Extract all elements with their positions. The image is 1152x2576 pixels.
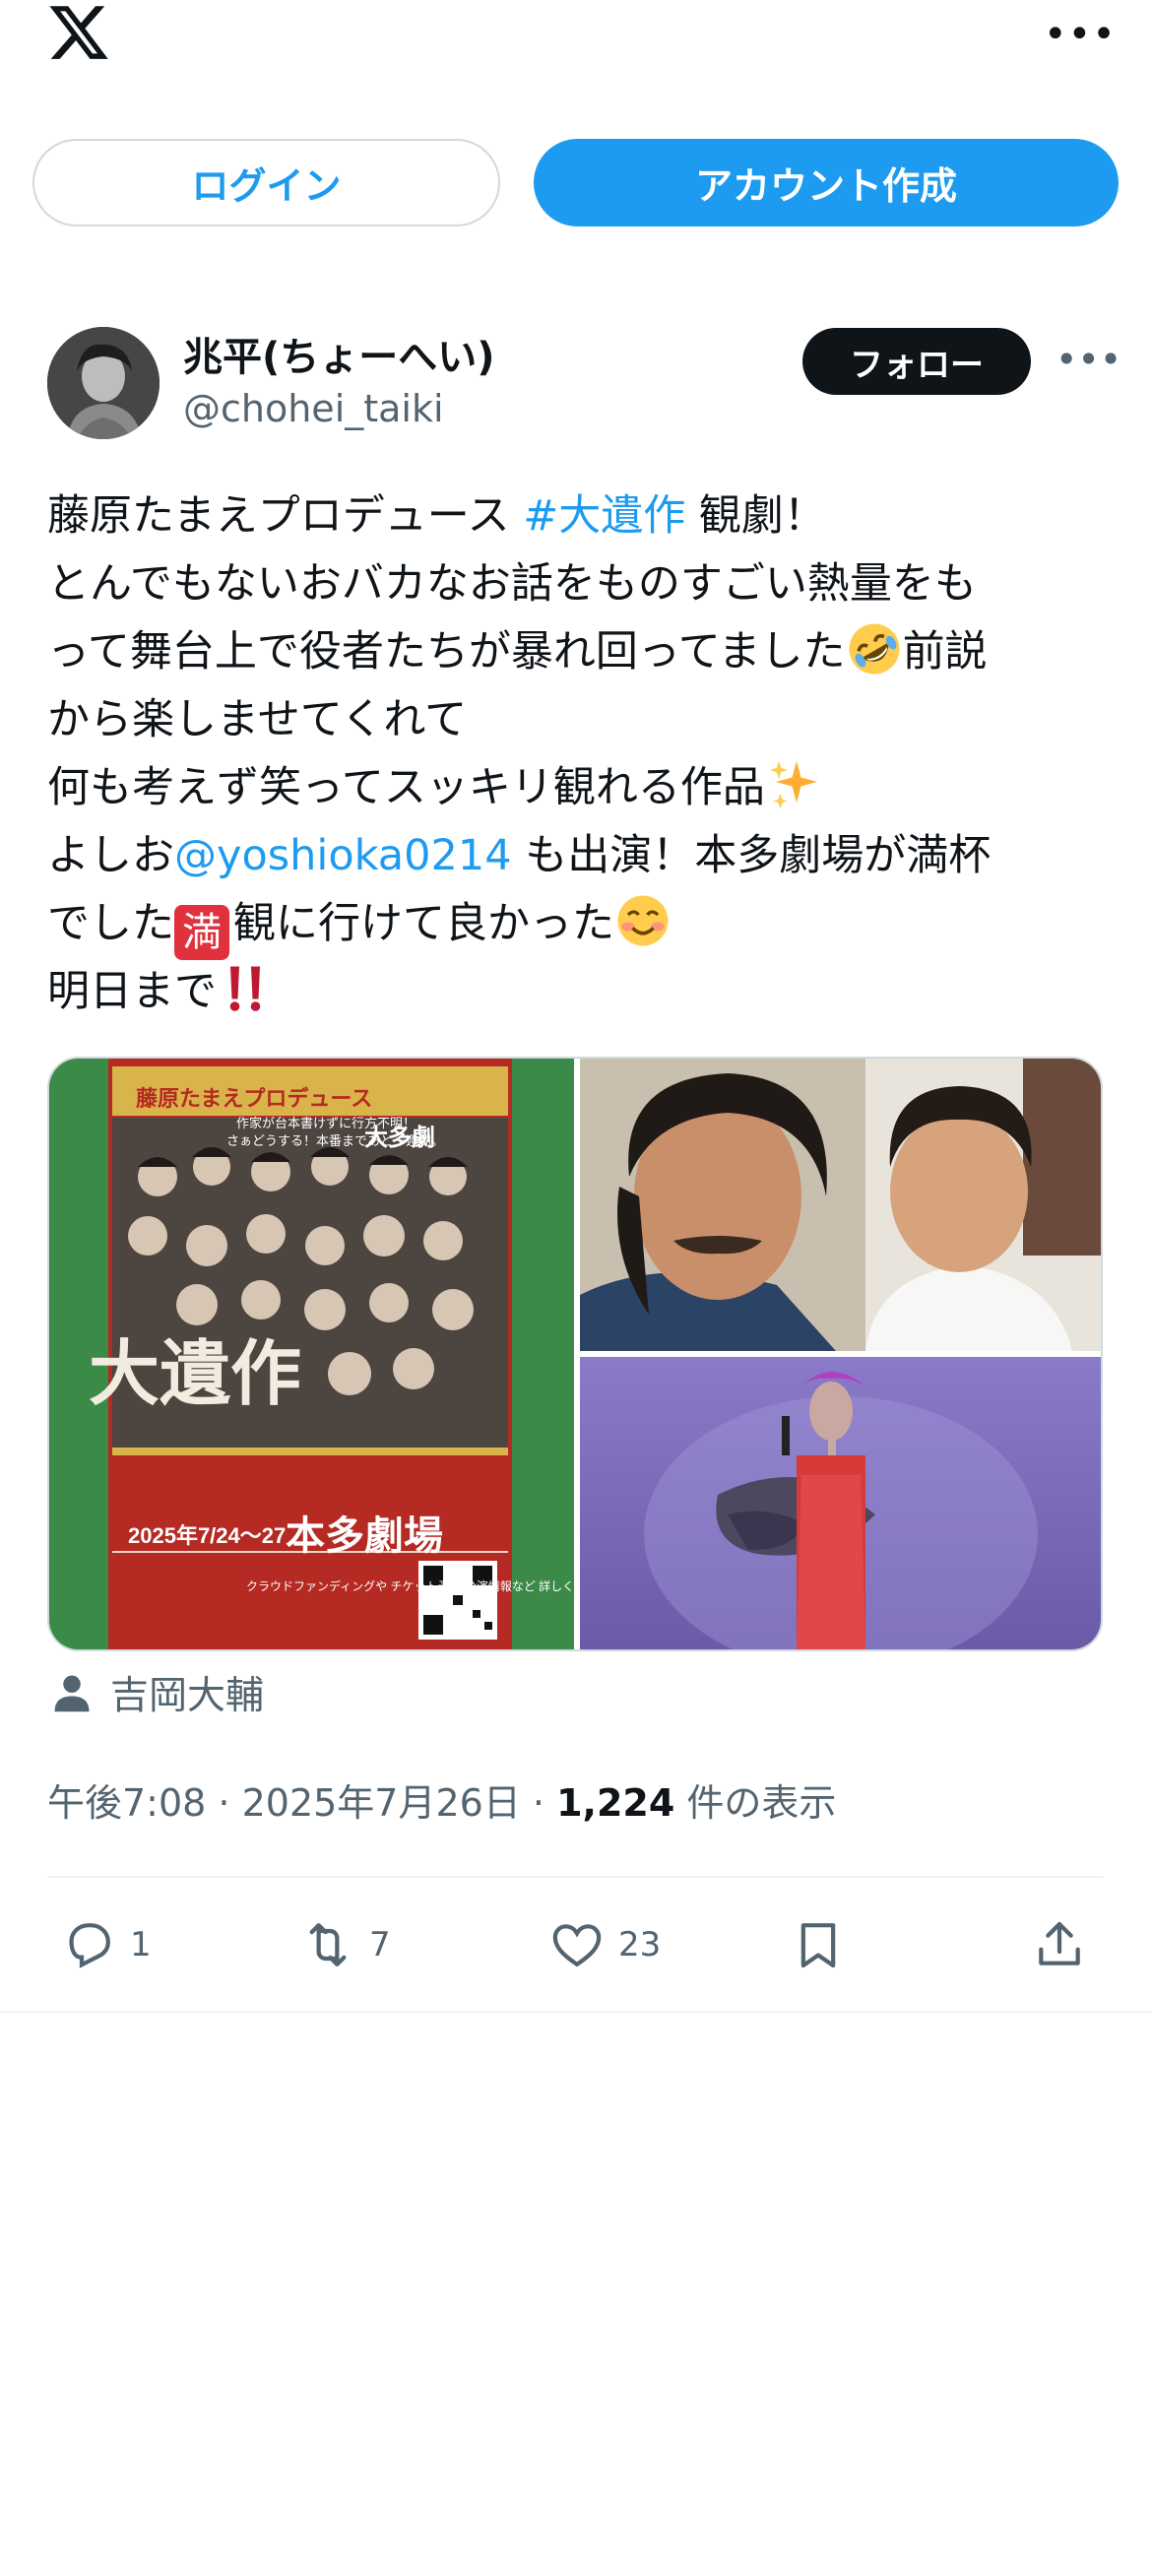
selfie-image (580, 1059, 1101, 1351)
poster-venue: 本多劇場 (286, 1514, 443, 1558)
hashtag-link[interactable]: #大遺作 (523, 491, 685, 541)
like-count: 23 (618, 1925, 662, 1964)
bookmark-icon (800, 1923, 836, 1968)
post-text-line: って舞台上で役者たちが暴れ回ってました 前説 (47, 618, 1111, 686)
text-segment: も出演！本多劇場が満杯 (511, 831, 992, 880)
follow-button[interactable]: フォロー (802, 328, 1031, 395)
full-badge-emoji: 満 (174, 905, 229, 960)
post-text-line: でした満観に行けて良かった (47, 890, 1111, 960)
text-segment: って舞台上で役者たちが暴れ回ってました (47, 627, 846, 676)
views-label: 件の表示 (674, 1781, 837, 1825)
views-count: 1,224 (556, 1781, 675, 1825)
retweet-icon (309, 1923, 347, 1966)
avatar-image (47, 327, 160, 439)
tagged-users[interactable]: 吉岡大輔 (51, 1667, 264, 1718)
smiling-face-emoji (617, 895, 669, 946)
text-segment: 明日まで (47, 967, 217, 1016)
post-text-line: から楽しませてくれて (47, 686, 1111, 754)
post-text-line: 明日まで (47, 958, 1111, 1026)
sparkles-emoji (769, 761, 817, 808)
poster-tagline-2: さぁどうする！本番まであと一週間。 (226, 1133, 444, 1148)
text-segment: 観に行けて良かった (233, 899, 614, 948)
retweet-count: 7 (369, 1925, 391, 1964)
login-button[interactable]: ログイン (32, 139, 500, 226)
x-logo-icon[interactable] (45, 0, 112, 65)
share-button[interactable] (1032, 1915, 1087, 1974)
post-text-line: よしお@yoshioka0214 も出演！本多劇場が満杯 (47, 822, 1111, 890)
text-segment: 何も考えず笑ってスッキリ観れる作品 (47, 763, 765, 812)
text-segment: とんでもないおバカなお話をものすごい熱量をも (47, 559, 977, 609)
bookmark-button[interactable] (791, 1915, 846, 1974)
divider (0, 2011, 1152, 2013)
share-icon (1039, 1921, 1080, 1965)
stage-photo[interactable] (580, 1357, 1101, 1649)
post-time[interactable]: 午後7:08 (47, 1781, 206, 1825)
text-segment: 観劇！ (685, 491, 826, 541)
mention-link[interactable]: @yoshioka0214 (174, 831, 512, 880)
retweet-button[interactable]: 7 (300, 1915, 391, 1974)
meta-separator: · (520, 1781, 557, 1825)
rolling-on-floor-laughing-emoji (849, 623, 900, 675)
author-handle[interactable]: @chohei_taiki (183, 387, 444, 430)
post-more-icon[interactable]: ••• (1056, 341, 1121, 378)
poster-dates: 2025年7/24〜27 (128, 1523, 286, 1548)
selfie-photo[interactable] (580, 1059, 1101, 1351)
like-button[interactable]: 23 (549, 1915, 661, 1974)
text-segment: よしお (47, 831, 174, 880)
person-icon (54, 1675, 90, 1712)
post-meta: 午後7:08 · 2025年7月26日 · 1,224 件の表示 (47, 1772, 836, 1827)
reply-icon (69, 1923, 110, 1968)
reply-count: 1 (130, 1925, 152, 1964)
top-bar: ••• (0, 0, 1152, 69)
heart-icon (552, 1924, 602, 1967)
poster-image: 藤原たまえプロデュース 大多劇 作家が台本書けずに行方不明！ さぁどうする！本番… (49, 1059, 574, 1649)
post-date[interactable]: 2025年7月26日 (242, 1781, 521, 1825)
post-text: 藤原たまえプロデュース #大遺作 観劇！ とんでもないおバカなお話をものすごい熱… (47, 483, 1111, 1026)
poster-photo[interactable]: 藤原たまえプロデュース 大多劇 作家が台本書けずに行方不明！ さぁどうする！本番… (49, 1059, 574, 1649)
poster-subtitle: 藤原たまえプロデュース (136, 1086, 372, 1111)
stage-image (580, 1357, 1101, 1649)
avatar[interactable] (47, 327, 160, 439)
poster-title: 大遺作 (89, 1331, 301, 1415)
text-segment: から楽しませてくれて (47, 695, 468, 744)
post-text-line: 何も考えず笑ってスッキリ観れる作品 (47, 754, 1111, 822)
poster-side-note: クラウドファンディングや チケット予約/公演情報など 詳しくはこちらのサイトを … (246, 1578, 574, 1593)
media-grid: 藤原たまえプロデュース 大多劇 作家が台本書けずに行方不明！ さぁどうする！本番… (47, 1057, 1103, 1651)
post-text-line: 藤原たまえプロデュース #大遺作 観劇！ (47, 483, 1111, 550)
reply-button[interactable]: 1 (61, 1915, 152, 1974)
create-account-button[interactable]: アカウント作成 (534, 139, 1119, 226)
more-options-icon[interactable]: ••• (1044, 15, 1116, 54)
tagged-user-name: 吉岡大輔 (110, 1674, 265, 1718)
meta-separator: · (206, 1781, 242, 1825)
text-segment: 藤原たまえプロデュース (47, 491, 524, 541)
divider (47, 1876, 1103, 1878)
poster-tagline: 作家が台本書けずに行方不明！ (236, 1116, 416, 1130)
text-segment: 前説 (902, 627, 988, 676)
post-text-line: とんでもないおバカなお話をものすごい熱量をも (47, 550, 1111, 618)
text-segment: でした (47, 899, 174, 948)
author-display-name[interactable]: 兆平(ちょーへい) (183, 325, 495, 382)
double-exclamation-emoji (229, 966, 261, 1011)
